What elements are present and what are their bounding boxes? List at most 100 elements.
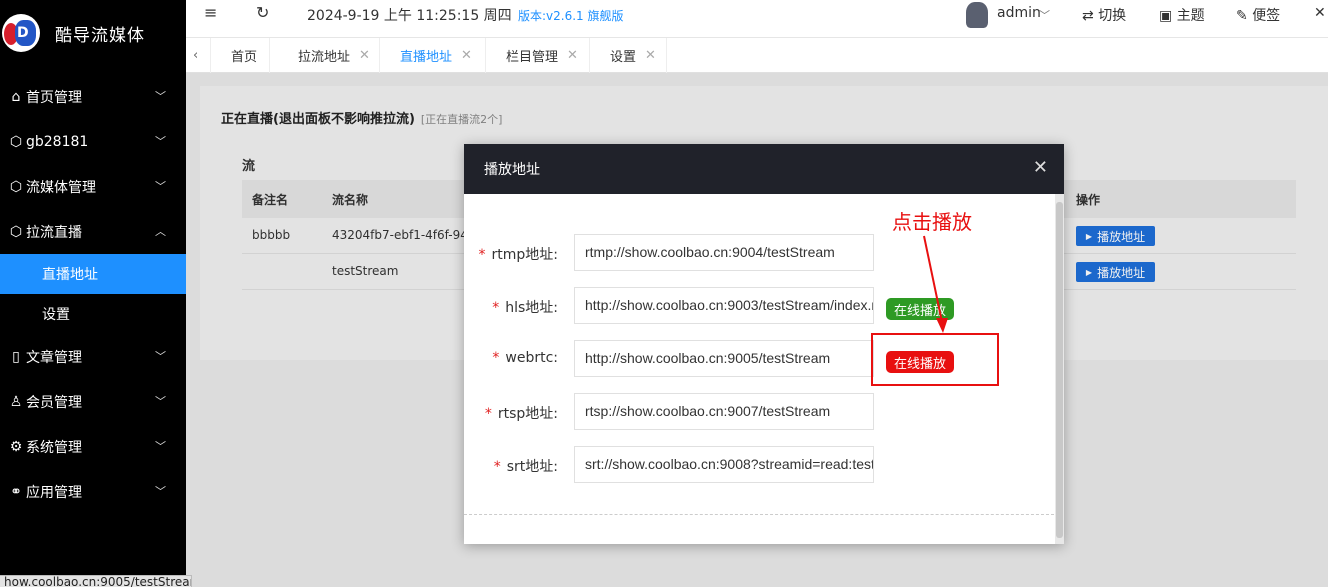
sidebar-item-settings[interactable]: 设置 — [0, 294, 186, 334]
chevron-down-icon: ﹀ — [155, 90, 166, 103]
note-button[interactable]: ✎ 便签 — [1236, 5, 1280, 25]
tab-label: 首页 — [231, 50, 258, 65]
required-mark: * — [484, 406, 492, 422]
tab-home[interactable]: 首页 — [211, 38, 270, 73]
sidebar-item-gb28181[interactable]: ⬡ gb28181 ﹀ — [0, 122, 186, 162]
sidebar-item-apps[interactable]: ⚭ 应用管理 ﹀ — [0, 472, 186, 512]
scrollbar[interactable] — [1055, 194, 1064, 544]
close-icon[interactable]: ✕ — [1033, 157, 1048, 178]
rtsp-url-field[interactable]: rtsp://show.coolbao.cn:9007/testStream — [574, 393, 874, 430]
chevron-down-icon: ﹀ — [155, 395, 166, 408]
user-icon: ♙ — [9, 394, 23, 410]
theme-label: 主题 — [1176, 8, 1205, 24]
theme-icon: ▣ — [1159, 8, 1173, 24]
file-icon: ▯ — [12, 349, 20, 365]
required-mark: * — [492, 300, 500, 316]
close-icon[interactable]: ✕ — [359, 48, 370, 63]
chevron-down-icon[interactable]: ﹀ — [1039, 7, 1050, 23]
sidebar-item-live-address[interactable]: 直播地址 — [0, 254, 186, 294]
sidebar-item-pull-live[interactable]: ⬡ 拉流直播 ︿ — [0, 212, 186, 252]
field-label: * webrtc: — [492, 350, 558, 366]
chevron-up-icon: ︿ — [155, 225, 166, 238]
tab-live-address[interactable]: 直播地址 ✕ — [380, 38, 486, 73]
sidebar-item-system[interactable]: ⚙ 系统管理 ﹀ — [0, 427, 186, 467]
sidebar-item-media[interactable]: ⬡ 流媒体管理 ﹀ — [0, 167, 186, 207]
switch-label: 切换 — [1098, 8, 1127, 24]
more-icon[interactable]: ✕ — [1314, 5, 1326, 21]
field-label: * hls地址: — [492, 300, 558, 316]
rtmp-url-field[interactable]: rtmp://show.coolbao.cn:9004/testStream — [574, 234, 874, 271]
sidebar-item-label: 设置 — [42, 307, 70, 323]
tabs-prev-icon[interactable]: ‹ — [186, 38, 211, 73]
logo-icon: D — [2, 14, 40, 52]
link-icon: ⚭ — [10, 484, 22, 500]
close-icon[interactable]: ✕ — [461, 48, 472, 63]
modal-header: 播放地址 ✕ — [464, 144, 1064, 194]
avatar-icon — [966, 2, 988, 28]
sidebar-item-articles[interactable]: ▯ 文章管理 ﹀ — [0, 337, 186, 377]
tab-settings[interactable]: 设置 ✕ — [590, 38, 667, 73]
sidebar: D 酷导流媒体 ⌂ 首页管理 ﹀ ⬡ gb28181 ﹀ ⬡ 流媒体管理 ﹀ ⬡… — [0, 0, 186, 587]
refresh-icon[interactable]: ↻ — [256, 3, 269, 22]
srt-url-field[interactable]: srt://show.coolbao.cn:9008?streamid=read… — [574, 446, 874, 483]
sidebar-item-label: 直播地址 — [42, 267, 98, 283]
sidebar-item-home[interactable]: ⌂ 首页管理 ﹀ — [0, 77, 186, 117]
datetime: 2024-9-19 上午 11:25:15 周四 — [307, 8, 512, 24]
tab-label: 设置 — [610, 50, 637, 65]
sidebar-item-members[interactable]: ♙ 会员管理 ﹀ — [0, 382, 186, 422]
sidebar-item-label: gb28181 — [26, 134, 89, 150]
chevron-down-icon: ﹀ — [155, 180, 166, 193]
form-row-srt: * srt地址: srt://show.coolbao.cn:9008?strea… — [464, 446, 1054, 484]
chevron-down-icon: ﹀ — [155, 350, 166, 363]
theme-button[interactable]: ▣ 主题 — [1159, 5, 1205, 25]
menu-toggle-icon[interactable]: ≡ — [204, 3, 217, 22]
close-icon[interactable]: ✕ — [645, 48, 656, 63]
tab-label: 拉流地址 — [298, 50, 351, 65]
chevron-down-icon: ﹀ — [155, 135, 166, 148]
required-mark: * — [478, 247, 486, 263]
sidebar-item-label: 流媒体管理 — [26, 180, 96, 196]
webrtc-url-field[interactable]: http://show.coolbao.cn:9005/testStream — [574, 340, 874, 377]
status-bar-url: how.coolbao.cn:9005/testStream — [0, 575, 192, 587]
tab-label: 栏目管理 — [506, 50, 559, 65]
cube-icon: ⬡ — [9, 224, 23, 240]
field-label: * rtsp地址: — [484, 406, 558, 422]
annotation-highlight-box — [871, 333, 999, 386]
field-label: * srt地址: — [493, 459, 558, 475]
sidebar-item-label: 拉流直播 — [26, 225, 82, 241]
swap-icon: ⇄ — [1082, 8, 1094, 24]
form-row-hls: * hls地址: http://show.coolbao.cn:9003/test… — [464, 287, 1054, 325]
version-label: 版本:v2.6.1 旗舰版 — [518, 9, 624, 23]
required-mark: * — [492, 350, 500, 366]
sidebar-item-label: 系统管理 — [26, 440, 82, 456]
annotation-text: 点击播放 — [892, 210, 972, 234]
top-header: ≡ ↻ 2024-9-19 上午 11:25:15 周四 版本:v2.6.1 旗… — [186, 0, 1328, 38]
field-label: * rtmp地址: — [478, 247, 559, 263]
app-title: 酷导流媒体 — [55, 25, 145, 46]
gear-icon: ⚙ — [9, 439, 23, 455]
user-avatar[interactable] — [966, 2, 988, 28]
chevron-down-icon: ﹀ — [155, 485, 166, 498]
scrollbar-thumb[interactable] — [1056, 202, 1063, 538]
tab-columns[interactable]: 栏目管理 ✕ — [486, 38, 590, 73]
chevron-down-icon: ﹀ — [155, 440, 166, 453]
cube-icon: ⬡ — [9, 179, 23, 195]
tab-label: 直播地址 — [400, 50, 453, 65]
required-mark: * — [493, 459, 501, 475]
close-icon[interactable]: ✕ — [567, 48, 578, 63]
tab-bar: ‹ 首页 拉流地址 ✕ 直播地址 ✕ 栏目管理 ✕ 设置 ✕ — [186, 38, 1328, 73]
sidebar-item-label: 首页管理 — [26, 90, 82, 106]
tab-pull-address[interactable]: 拉流地址 ✕ — [270, 38, 380, 73]
hls-play-online-button[interactable]: 在线播放 — [886, 298, 955, 320]
sidebar-item-label: 会员管理 — [26, 395, 82, 411]
pencil-icon: ✎ — [1236, 8, 1248, 24]
sidebar-item-label: 应用管理 — [26, 485, 82, 501]
hls-url-field[interactable]: http://show.coolbao.cn:9003/testStream/i… — [574, 287, 874, 324]
switch-button[interactable]: ⇄ 切换 — [1082, 5, 1126, 25]
logo: D 酷导流媒体 — [0, 0, 186, 66]
cube-icon: ⬡ — [9, 134, 23, 150]
note-label: 便签 — [1252, 8, 1281, 24]
user-name[interactable]: admin — [997, 5, 1041, 21]
modal-title: 播放地址 — [484, 162, 540, 178]
form-row-rtmp: * rtmp地址: rtmp://show.coolbao.cn:9004/tes… — [464, 234, 1054, 272]
